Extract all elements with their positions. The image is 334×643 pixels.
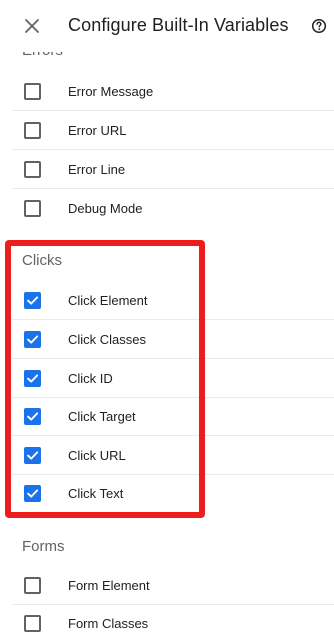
list-item[interactable]: Click ID (0, 359, 334, 398)
checkbox-checked[interactable] (24, 292, 41, 309)
item-label: Click Element (68, 293, 148, 308)
list-item[interactable]: Error Line (0, 150, 334, 189)
item-label: Form Element (68, 578, 150, 593)
section-heading-clicks: Clicks (22, 252, 62, 269)
checkbox-checked[interactable] (24, 485, 41, 502)
item-label: Click Classes (68, 332, 147, 347)
checkbox-checked[interactable] (24, 408, 41, 425)
item-label: Click ID (68, 371, 113, 386)
page-title: Configure Built-In Variables (68, 15, 289, 35)
item-label: Error URL (68, 123, 127, 138)
list-item[interactable]: Click Element (0, 281, 334, 320)
checkbox-checked[interactable] (24, 331, 41, 348)
list-item[interactable]: Click Classes (0, 320, 334, 359)
checkmark-icon (27, 296, 39, 305)
checkmark-icon (27, 374, 39, 383)
checkbox[interactable] (24, 161, 41, 178)
close-icon[interactable] (20, 14, 44, 38)
list-item[interactable]: Form Element (0, 566, 334, 605)
item-label: Click Target (68, 409, 136, 424)
help-circle-icon[interactable] (311, 18, 327, 34)
checkbox[interactable] (24, 615, 41, 632)
item-label: Debug Mode (68, 201, 143, 216)
list-item[interactable]: Error Message (0, 72, 334, 111)
list-item[interactable]: Click Text (0, 474, 334, 513)
checkmark-icon (27, 451, 39, 460)
checkbox[interactable] (24, 83, 41, 100)
checkbox[interactable] (24, 577, 41, 594)
checkmark-icon (27, 489, 39, 498)
list-item[interactable]: Debug Mode (0, 189, 334, 228)
list-item[interactable]: Form Classes (0, 604, 334, 643)
dialog-header: Configure Built-In Variables (0, 0, 334, 52)
checkbox[interactable] (24, 200, 41, 217)
item-label: Error Message (68, 84, 154, 99)
list-item[interactable]: Error URL (0, 111, 334, 150)
item-label: Click URL (68, 448, 126, 463)
checkmark-icon (27, 412, 39, 421)
checkbox-checked[interactable] (24, 370, 41, 387)
list-item[interactable]: Click Target (0, 397, 334, 436)
item-label: Form Classes (68, 616, 149, 631)
item-label: Click Text (68, 486, 124, 501)
checkmark-icon (27, 335, 39, 344)
item-label: Error Line (68, 162, 126, 177)
checkbox-checked[interactable] (24, 447, 41, 464)
section-heading-forms: Forms (22, 538, 65, 555)
checkbox[interactable] (24, 122, 41, 139)
list-item[interactable]: Click URL (0, 436, 334, 475)
